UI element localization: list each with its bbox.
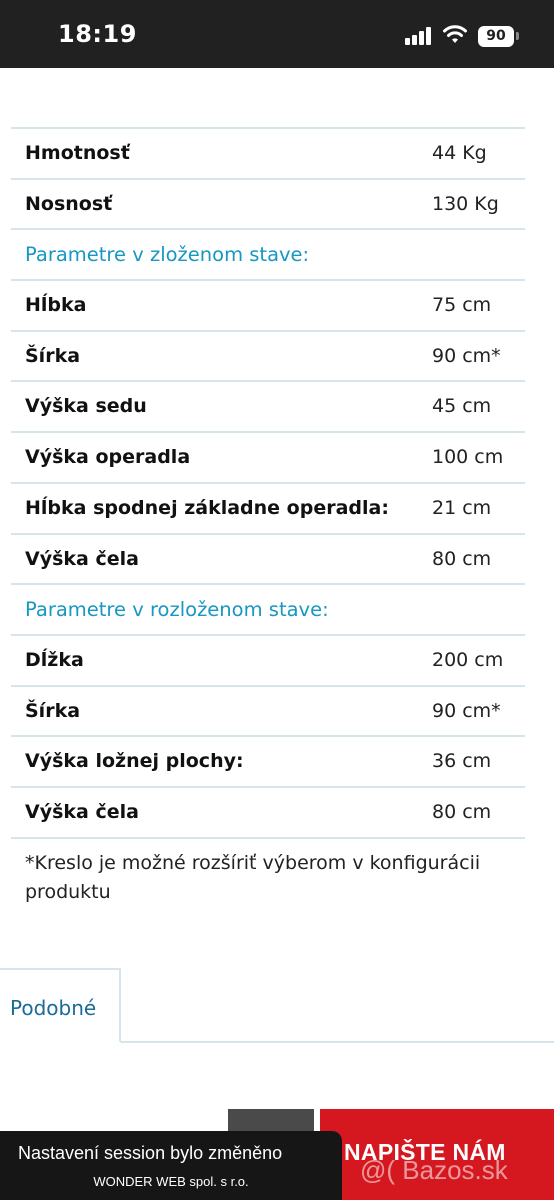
spec-label: Výška ložnej plochy: [25,750,244,773]
spec-value: 90 cm* [432,344,501,367]
spec-row: Šírka 90 cm* [11,332,525,383]
section-header-label: Parametre v rozloženom stave: [25,598,329,622]
spec-row: Hĺbka spodnej základne operadla: 21 cm [11,484,525,535]
spec-row: Hmotnosť 44 Kg [11,129,525,180]
spec-value: 130 Kg [432,192,499,215]
spec-value: 90 cm* [432,699,501,722]
spec-value: 44 Kg [432,142,487,164]
wifi-icon [443,25,467,43]
spec-label: Výška čela [25,800,139,823]
spec-row: Výška operadla 100 cm [11,433,525,484]
battery-tip [516,32,519,40]
tab-similar[interactable]: Podobné [0,968,121,1043]
spec-value: 45 cm [432,395,492,418]
spec-value: 200 cm [432,648,504,671]
spec-value: 75 cm [432,294,492,317]
spec-value: 21 cm [432,496,492,519]
spec-value: 80 cm [432,547,492,570]
battery-icon: 90 [478,26,514,47]
spec-value: 100 cm [432,446,504,469]
session-toast: Nastavení session bylo změněno WONDER WE… [0,1131,342,1200]
spec-label: Výška sedu [25,395,147,418]
tab-similar-label: Podobné [10,996,97,1020]
spec-label: Hĺbka spodnej základne operadla: [25,496,389,519]
status-time: 18:19 [58,20,137,48]
bazos-watermark: @( Bazos.sk [360,1155,508,1185]
spec-label: Hmotnosť [25,142,130,164]
spec-value: 80 cm [432,800,492,823]
spec-label: Hĺbka [25,294,87,317]
section-header-row: Parametre v zloženom stave: [11,230,525,282]
spec-row: Výška sedu 45 cm [11,382,525,434]
cellular-signal-icon [405,27,435,45]
spec-label: Výška operadla [25,446,191,469]
spec-row: Výška čela 80 cm [11,788,525,839]
spec-label: Šírka [25,344,81,367]
spec-label: Šírka [25,699,81,722]
spec-value: 36 cm [432,750,492,773]
status-bar: 18:19 90 [0,0,554,68]
spec-label: Dĺžka [25,648,84,671]
spec-row: Dĺžka 200 cm [11,636,525,687]
toast-subtitle: WONDER WEB spol. s r.o. [93,1174,249,1189]
toast-title: Nastavení session bylo změněno [18,1143,283,1163]
spec-label: Výška čela [25,547,139,570]
section-header-row: Parametre v rozloženom stave: [11,585,525,636]
spec-table: Hmotnosť 44 Kg Nosnosť 130 Kg Parametre v zl… [11,127,525,839]
spec-row: Výška čela 80 cm [11,535,525,586]
spec-row: Výška ložnej plochy: 36 cm [11,737,525,788]
footnote: *Kreslo je možné rozšíriť výberom v konf… [25,852,481,903]
section-header-label: Parametre v zloženom stave: [25,243,310,267]
spec-row: Hĺbka 75 cm [11,281,525,332]
spec-row: Šírka 90 cm* [11,687,525,738]
spec-row: Nosnosť 130 Kg [11,180,525,231]
spec-label: Nosnosť [25,192,113,215]
